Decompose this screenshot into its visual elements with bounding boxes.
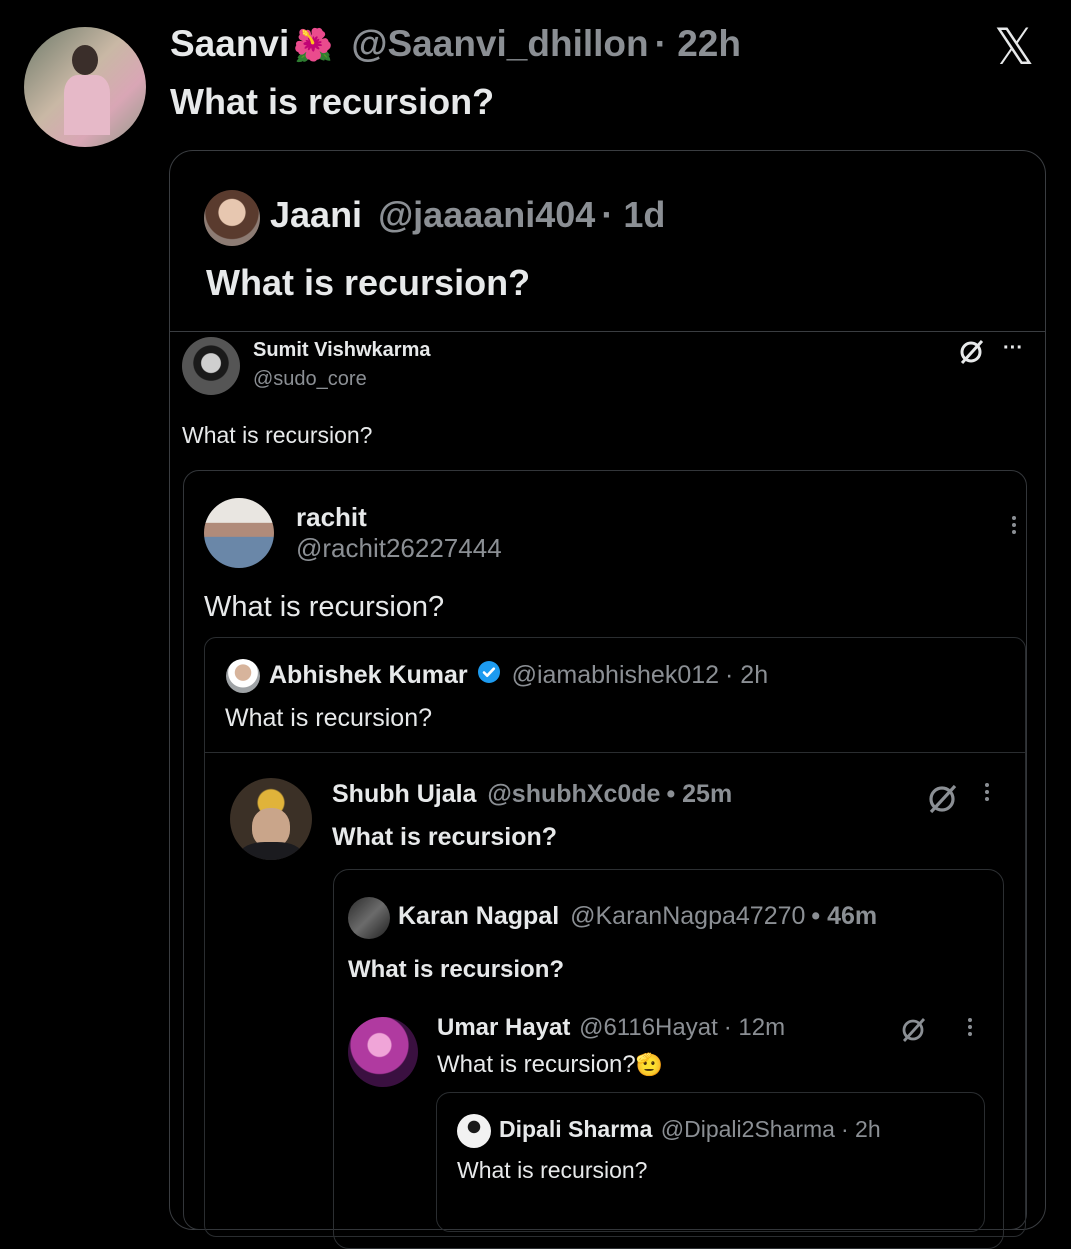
jaani-text: What is recursion? — [206, 262, 531, 303]
jaani-header: Jaani @jaaaani404 · 1d — [270, 193, 665, 237]
post-time: · 12m — [723, 1014, 786, 1041]
flower-emoji: 🌺 — [293, 27, 334, 63]
quote-card-dipali[interactable]: Dipali Sharma @Dipali2Sharma · 2h What is… — [436, 1092, 985, 1232]
abhishek-header: Abhishek Kumar @iamabhishek012 · 2h — [269, 658, 768, 693]
avatar-shubh[interactable] — [230, 778, 312, 860]
umar-header: Umar Hayat @6116Hayat · 12m — [437, 1012, 785, 1044]
karan-text: What is recursion? — [348, 956, 565, 983]
shubh-text: What is recursion? — [332, 823, 558, 851]
author-name[interactable]: Karan Nagpal — [398, 902, 559, 930]
avatar-abhishek[interactable] — [226, 659, 260, 693]
avatar-umar[interactable] — [348, 1017, 418, 1087]
post-time: • 25m — [666, 780, 733, 808]
author-handle[interactable]: @Saanvi_dhillon — [351, 23, 648, 64]
author-handle[interactable]: @iamabhishek012 — [512, 661, 719, 689]
author-name[interactable]: Sumit Vishwkarma — [253, 338, 430, 362]
author-name[interactable]: Dipali Sharma — [499, 1116, 652, 1142]
author-name[interactable]: Saanvi — [170, 23, 289, 64]
author-handle[interactable]: @KaranNagpa47270 — [570, 902, 805, 930]
x-logo-icon[interactable]: 𝕏 — [994, 22, 1034, 72]
kebab-menu-icon[interactable] — [985, 780, 989, 804]
avatar-jaani[interactable] — [204, 190, 260, 246]
umar-text-row: What is recursion?🫡 — [437, 1049, 663, 1081]
shubh-header: Shubh Ujala @shubhXc0de • 25m — [332, 778, 732, 810]
outer-header: Saanvi 🌺 @Saanvi_dhillon · 22h — [170, 24, 741, 64]
dipali-header: Dipali Sharma @Dipali2Sharma · 2h — [499, 1113, 881, 1145]
post-time: · 2h — [840, 1116, 881, 1142]
post-time: · 22h — [654, 23, 741, 64]
post-time: · 1d — [601, 194, 666, 235]
divider — [205, 752, 1025, 753]
dipali-text: What is recursion? — [457, 1157, 648, 1183]
author-handle[interactable]: @sudo_core — [253, 367, 367, 391]
karan-header: Karan Nagpal @KaranNagpa47270 • 46m — [398, 899, 877, 933]
avatar-dipali[interactable] — [457, 1114, 491, 1148]
author-handle[interactable]: @6116Hayat — [579, 1014, 718, 1041]
author-handle[interactable]: @rachit26227444 — [296, 532, 502, 564]
post-time: · 2h — [725, 661, 769, 689]
verified-badge-icon — [477, 659, 501, 693]
kebab-menu-icon[interactable] — [1012, 513, 1016, 537]
author-handle[interactable]: @jaaaani404 — [378, 194, 595, 235]
author-name[interactable]: Shubh Ujala — [332, 780, 476, 808]
grok-icon[interactable] — [900, 1016, 928, 1044]
more-options-icon[interactable]: ··· — [1003, 336, 1023, 360]
post-time: • 46m — [811, 902, 878, 930]
umar-text: What is recursion? — [437, 1051, 636, 1078]
grok-icon[interactable] — [958, 338, 986, 366]
abhishek-text: What is recursion? — [225, 704, 433, 732]
author-name[interactable]: Abhishek Kumar — [269, 661, 468, 689]
sumit-text: What is recursion? — [182, 422, 373, 448]
rachit-text: What is recursion? — [204, 591, 445, 623]
author-name[interactable]: Umar Hayat — [437, 1014, 570, 1041]
avatar-sumit[interactable] — [182, 337, 240, 395]
avatar-rachit[interactable] — [204, 498, 274, 568]
grok-icon[interactable] — [926, 782, 960, 816]
author-handle[interactable]: @Dipali2Sharma — [661, 1116, 835, 1142]
avatar-saanvi[interactable] — [24, 27, 146, 147]
outer-text: What is recursion? — [170, 81, 495, 122]
avatar-karan[interactable] — [348, 897, 390, 939]
author-name[interactable]: Jaani — [270, 194, 362, 235]
author-name[interactable]: rachit — [296, 501, 367, 533]
author-handle[interactable]: @shubhXc0de — [487, 780, 660, 808]
salute-emoji: 🫡 — [635, 1052, 664, 1077]
kebab-menu-icon[interactable] — [968, 1015, 972, 1039]
divider — [170, 331, 1045, 332]
